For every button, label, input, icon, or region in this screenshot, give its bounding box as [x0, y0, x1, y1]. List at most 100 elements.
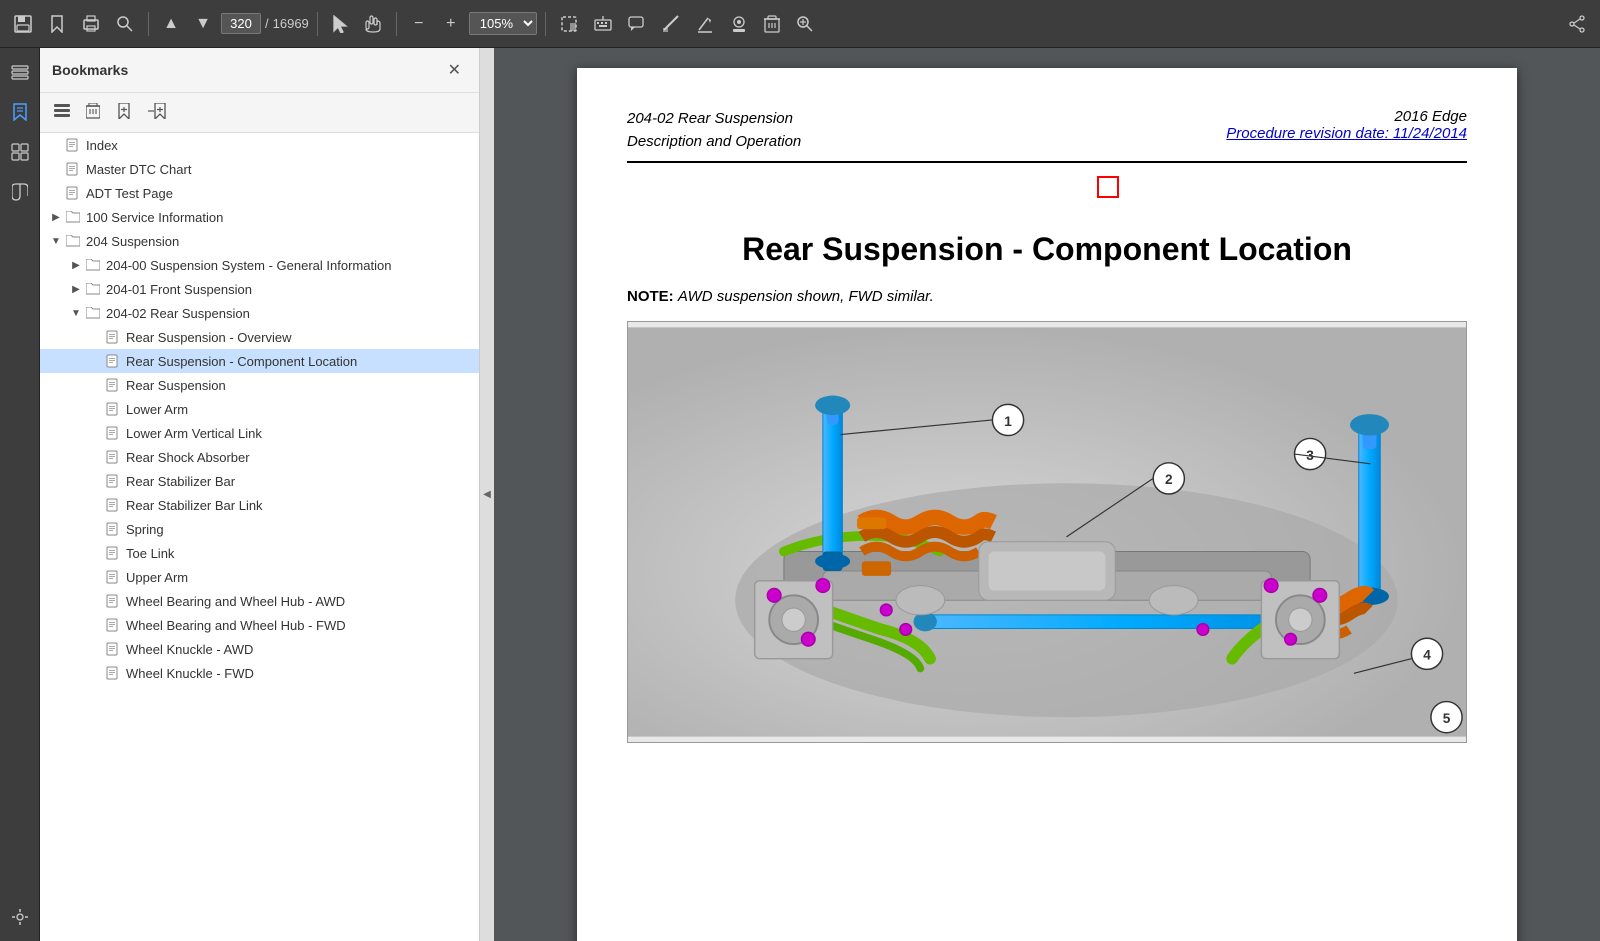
zoom-select[interactable]: 105% 50% 75% 100% 125% 150% 200%: [469, 12, 537, 35]
bm-lower-arm-vertical-link-label: Lower Arm Vertical Link: [126, 426, 471, 441]
bm-rear-suspension[interactable]: Rear Suspension: [40, 373, 479, 397]
bookmarks-panel-button[interactable]: [4, 96, 36, 128]
bm-toggle-spacer: [88, 329, 104, 345]
bm-100[interactable]: ▶ 100 Service Information: [40, 205, 479, 229]
bm-rs-component-location[interactable]: Rear Suspension - Component Location: [40, 349, 479, 373]
bm-wheel-knuckle-fwd[interactable]: Wheel Knuckle - FWD: [40, 661, 479, 685]
typewriter-button[interactable]: [588, 10, 618, 38]
bm-toggle-spacer: [88, 641, 104, 657]
bm-204-01[interactable]: ▶ 204-01 Front Suspension: [40, 277, 479, 301]
bm-204-02[interactable]: ▼ 204-02 Rear Suspension: [40, 301, 479, 325]
pdf-content[interactable]: 204-02 Rear Suspension Description and O…: [494, 48, 1600, 941]
zoom-in-button[interactable]: +: [437, 10, 465, 38]
bm-spring[interactable]: Spring: [40, 517, 479, 541]
bm-toggle-20401[interactable]: ▶: [68, 281, 84, 297]
close-bookmarks-button[interactable]: ✕: [442, 58, 467, 82]
bm-wheel-bearing-awd[interactable]: Wheel Bearing and Wheel Hub - AWD: [40, 589, 479, 613]
bm-wheel-bearing-fwd-label: Wheel Bearing and Wheel Hub - FWD: [126, 618, 471, 633]
bm-delete-button[interactable]: [80, 99, 106, 126]
bookmark-button[interactable]: [42, 10, 72, 38]
bm-page-icon: [104, 401, 122, 417]
prev-page-button[interactable]: ▲: [157, 10, 185, 38]
bm-toggle-spacer: [88, 569, 104, 585]
bm-index[interactable]: Index: [40, 133, 479, 157]
collapse-panel-button[interactable]: ◀: [480, 48, 494, 941]
pdf-section-title: 204-02 Rear Suspension: [627, 108, 801, 131]
bookmark-tree: Index Master DTC Chart: [40, 133, 479, 941]
highlight-button[interactable]: [656, 10, 686, 38]
layers-button[interactable]: [4, 56, 36, 88]
bm-toggle-20402[interactable]: ▼: [68, 305, 84, 321]
bm-page-icon: [104, 521, 122, 537]
bm-toe-link[interactable]: Toe Link: [40, 541, 479, 565]
print-button[interactable]: [76, 10, 106, 38]
bm-rear-stabilizer-bar-link[interactable]: Rear Stabilizer Bar Link: [40, 493, 479, 517]
next-page-button[interactable]: ▼: [189, 10, 217, 38]
bm-20401-label: 204-01 Front Suspension: [106, 282, 471, 297]
zoom-out-button[interactable]: −: [405, 10, 433, 38]
select-tool-button[interactable]: [326, 10, 354, 38]
pan-tool-button[interactable]: [358, 10, 388, 38]
bm-folder-icon: [64, 209, 82, 225]
bm-toggle-spacer: [88, 497, 104, 513]
properties-button[interactable]: [4, 901, 36, 933]
bm-204[interactable]: ▼ 204 Suspension: [40, 229, 479, 253]
bm-adt[interactable]: ADT Test Page: [40, 181, 479, 205]
page-total: 16969: [273, 16, 309, 31]
bm-rear-shock-absorber[interactable]: Rear Shock Absorber: [40, 445, 479, 469]
bm-lower-arm-label: Lower Arm: [126, 402, 471, 417]
bm-wheel-knuckle-fwd-label: Wheel Knuckle - FWD: [126, 666, 471, 681]
bm-toggle-spacer: [88, 353, 104, 369]
bm-toggle-204[interactable]: ▼: [48, 233, 64, 249]
bm-rs-overview[interactable]: Rear Suspension - Overview: [40, 325, 479, 349]
bm-upper-arm[interactable]: Upper Arm: [40, 565, 479, 589]
bm-options-button[interactable]: [48, 100, 76, 125]
delete-button[interactable]: [758, 10, 786, 38]
bm-rs-component-location-label: Rear Suspension - Component Location: [126, 354, 471, 369]
bm-master-dtc-label: Master DTC Chart: [86, 162, 471, 177]
bm-wheel-bearing-fwd[interactable]: Wheel Bearing and Wheel Hub - FWD: [40, 613, 479, 637]
bm-204-label: 204 Suspension: [86, 234, 471, 249]
bm-rear-stabilizer-bar-link-label: Rear Stabilizer Bar Link: [126, 498, 471, 513]
pdf-header-right: 2016 Edge Procedure revision date: 11/24…: [1226, 108, 1467, 142]
bm-rs-overview-label: Rear Suspension - Overview: [126, 330, 471, 345]
bm-add-child-button[interactable]: [142, 99, 172, 126]
pdf-note: NOTE: AWD suspension shown, FWD similar.: [627, 288, 1467, 305]
bm-folder-icon: [84, 305, 102, 321]
pdf-revision-link[interactable]: Procedure revision date: 11/24/2014: [1226, 125, 1467, 142]
bm-upper-arm-label: Upper Arm: [126, 570, 471, 585]
bm-page-icon: [64, 161, 82, 177]
bm-lower-arm-vertical-link[interactable]: Lower Arm Vertical Link: [40, 421, 479, 445]
markup-button[interactable]: [690, 10, 720, 38]
marquee-button[interactable]: [554, 10, 584, 38]
bm-lower-arm[interactable]: Lower Arm: [40, 397, 479, 421]
bm-toggle-spacer: [88, 401, 104, 417]
attachments-button[interactable]: [4, 176, 36, 208]
bm-rear-stabilizer-bar-label: Rear Stabilizer Bar: [126, 474, 471, 489]
bm-add-button[interactable]: [110, 99, 138, 126]
page-input[interactable]: [221, 13, 261, 34]
bm-page-icon: [104, 497, 122, 513]
share-button[interactable]: [1562, 10, 1592, 38]
bm-wheel-knuckle-awd[interactable]: Wheel Knuckle - AWD: [40, 637, 479, 661]
bm-rear-stabilizer-bar[interactable]: Rear Stabilizer Bar: [40, 469, 479, 493]
find-button[interactable]: [110, 10, 140, 38]
svg-text:2: 2: [1165, 472, 1173, 487]
bm-page-icon: [104, 425, 122, 441]
comment-button[interactable]: [622, 10, 652, 38]
bm-toggle-20400[interactable]: ▶: [68, 257, 84, 273]
bm-toe-link-label: Toe Link: [126, 546, 471, 561]
suspension-diagram-svg: 1 2 3 4 5: [628, 322, 1466, 742]
bm-204-00[interactable]: ▶ 204-00 Suspension System - General Inf…: [40, 253, 479, 277]
pdf-header: 204-02 Rear Suspension Description and O…: [627, 108, 1467, 163]
bm-toggle-100[interactable]: ▶: [48, 209, 64, 225]
stamp-button[interactable]: [724, 10, 754, 38]
search-advanced-button[interactable]: [790, 10, 820, 38]
bm-page-icon: [64, 137, 82, 153]
bm-page-icon: [104, 665, 122, 681]
bm-toggle-spacer: [88, 377, 104, 393]
thumbnails-button[interactable]: [4, 136, 36, 168]
bm-master-dtc[interactable]: Master DTC Chart: [40, 157, 479, 181]
save-button[interactable]: [8, 10, 38, 38]
bm-toggle-spacer: [88, 425, 104, 441]
